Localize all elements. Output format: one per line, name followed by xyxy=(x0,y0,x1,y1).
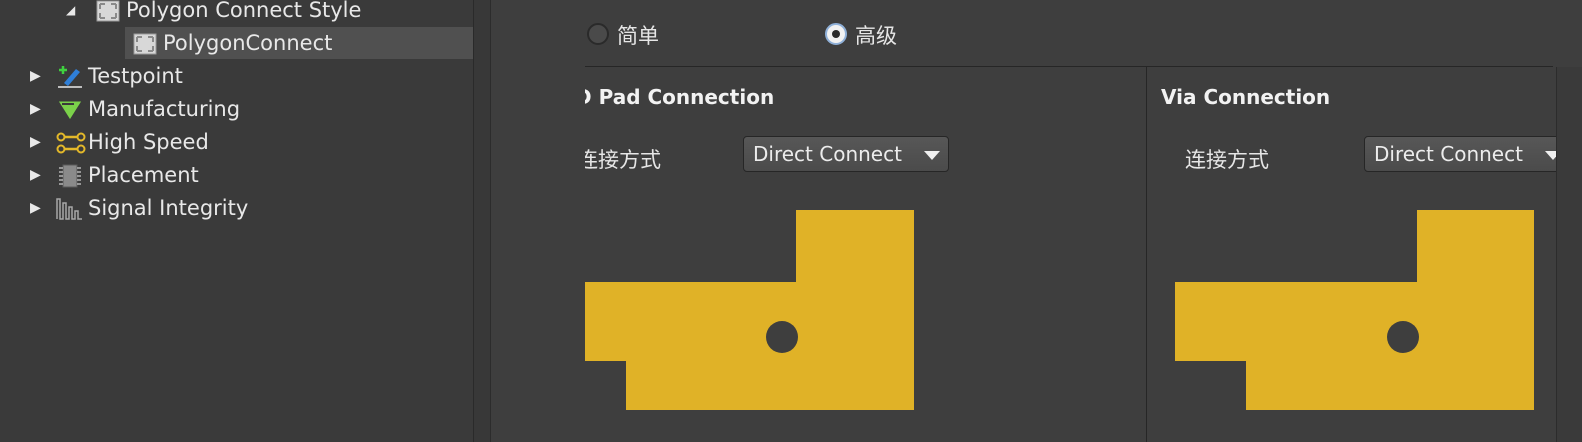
expand-arrow-icon[interactable]: ▶ xyxy=(30,192,41,224)
tree-item-label: Signal Integrity xyxy=(88,196,249,220)
expand-arrow-icon[interactable]: ▶ xyxy=(30,93,41,125)
copper-polygon xyxy=(585,210,914,410)
high-speed-icon xyxy=(56,131,86,154)
splitter[interactable] xyxy=(474,0,491,442)
simple-mode-radio[interactable]: 简单 xyxy=(587,22,677,50)
advanced-mode-label: 高级 xyxy=(855,24,897,48)
via-connect-style-label: 连接方式 xyxy=(1185,148,1269,172)
placement-icon xyxy=(56,164,81,188)
pad-connection-title-text: Pad Connection xyxy=(598,85,775,109)
tree-item-label: Testpoint xyxy=(88,64,183,88)
pad-connection-preview xyxy=(585,210,914,410)
radio-unchecked-icon[interactable] xyxy=(587,23,609,45)
rules-tree: ◢ Polygon Connect Style PolygonConnect ▶ xyxy=(0,0,474,442)
dropdown-value: Direct Connect xyxy=(753,142,902,166)
pad-connection-section: D Pad Connection 连接方式 Direct Connect xyxy=(585,67,1146,442)
via-connection-section: Via Connection 连接方式 Direct Connect xyxy=(1147,67,1556,442)
tree-item-placement[interactable]: ▶ Placement xyxy=(0,159,473,191)
expand-arrow-icon[interactable]: ▶ xyxy=(30,126,41,158)
advanced-mode-radio[interactable]: 高级 xyxy=(825,22,915,50)
via-connection-preview xyxy=(1175,210,1534,410)
tree-item-polygon-connect-style[interactable]: ◢ Polygon Connect Style xyxy=(0,0,473,26)
testpoint-icon xyxy=(56,65,82,88)
tree-item-label: Polygon Connect Style xyxy=(126,0,362,22)
radio-checked-icon[interactable] xyxy=(825,23,847,45)
tree-item-signal-integrity[interactable]: ▶ Signal Integrity xyxy=(0,192,473,224)
via-connection-title: Via Connection xyxy=(1161,85,1331,109)
simple-mode-label: 简单 xyxy=(617,24,659,48)
pad-connection-title: D Pad Connection xyxy=(585,85,774,109)
tree-item-label: High Speed xyxy=(88,130,209,154)
via-connect-style-dropdown[interactable]: Direct Connect xyxy=(1364,136,1556,172)
rule-icon xyxy=(133,32,157,55)
pad-hole-icon xyxy=(766,321,798,353)
vertical-scrollbar[interactable] xyxy=(1556,67,1582,442)
tree-item-testpoint[interactable]: ▶ Testpoint xyxy=(0,60,473,92)
rule-editor-panel: 简单 高级 D Pad Connection 连接方式 Direct Conne… xyxy=(491,0,1582,442)
pad-connect-style-label: 连接方式 xyxy=(585,148,661,172)
tree-item-polygonconnect[interactable]: PolygonConnect xyxy=(125,27,473,59)
signal-integrity-icon xyxy=(56,197,82,220)
truncated-prefix: D xyxy=(585,85,592,109)
tree-item-manufacturing[interactable]: ▶ Manufacturing xyxy=(0,93,473,125)
tree-item-label: Placement xyxy=(88,163,199,187)
tree-item-label: PolygonConnect xyxy=(163,31,333,55)
via-hole-icon xyxy=(1387,321,1419,353)
copper-polygon xyxy=(1175,210,1534,410)
expand-arrow-icon[interactable]: ▶ xyxy=(30,159,41,191)
rule-category-icon xyxy=(96,0,120,22)
chevron-down-icon xyxy=(1545,151,1556,160)
tree-item-high-speed[interactable]: ▶ High Speed xyxy=(0,126,473,158)
collapse-arrow-icon[interactable]: ◢ xyxy=(66,0,75,26)
tree-item-label: Manufacturing xyxy=(88,97,241,121)
pad-connect-style-dropdown[interactable]: Direct Connect xyxy=(743,136,949,172)
expand-arrow-icon[interactable]: ▶ xyxy=(30,60,41,92)
dropdown-value: Direct Connect xyxy=(1374,142,1523,166)
manufacturing-icon xyxy=(56,98,83,121)
chevron-down-icon xyxy=(924,151,940,160)
